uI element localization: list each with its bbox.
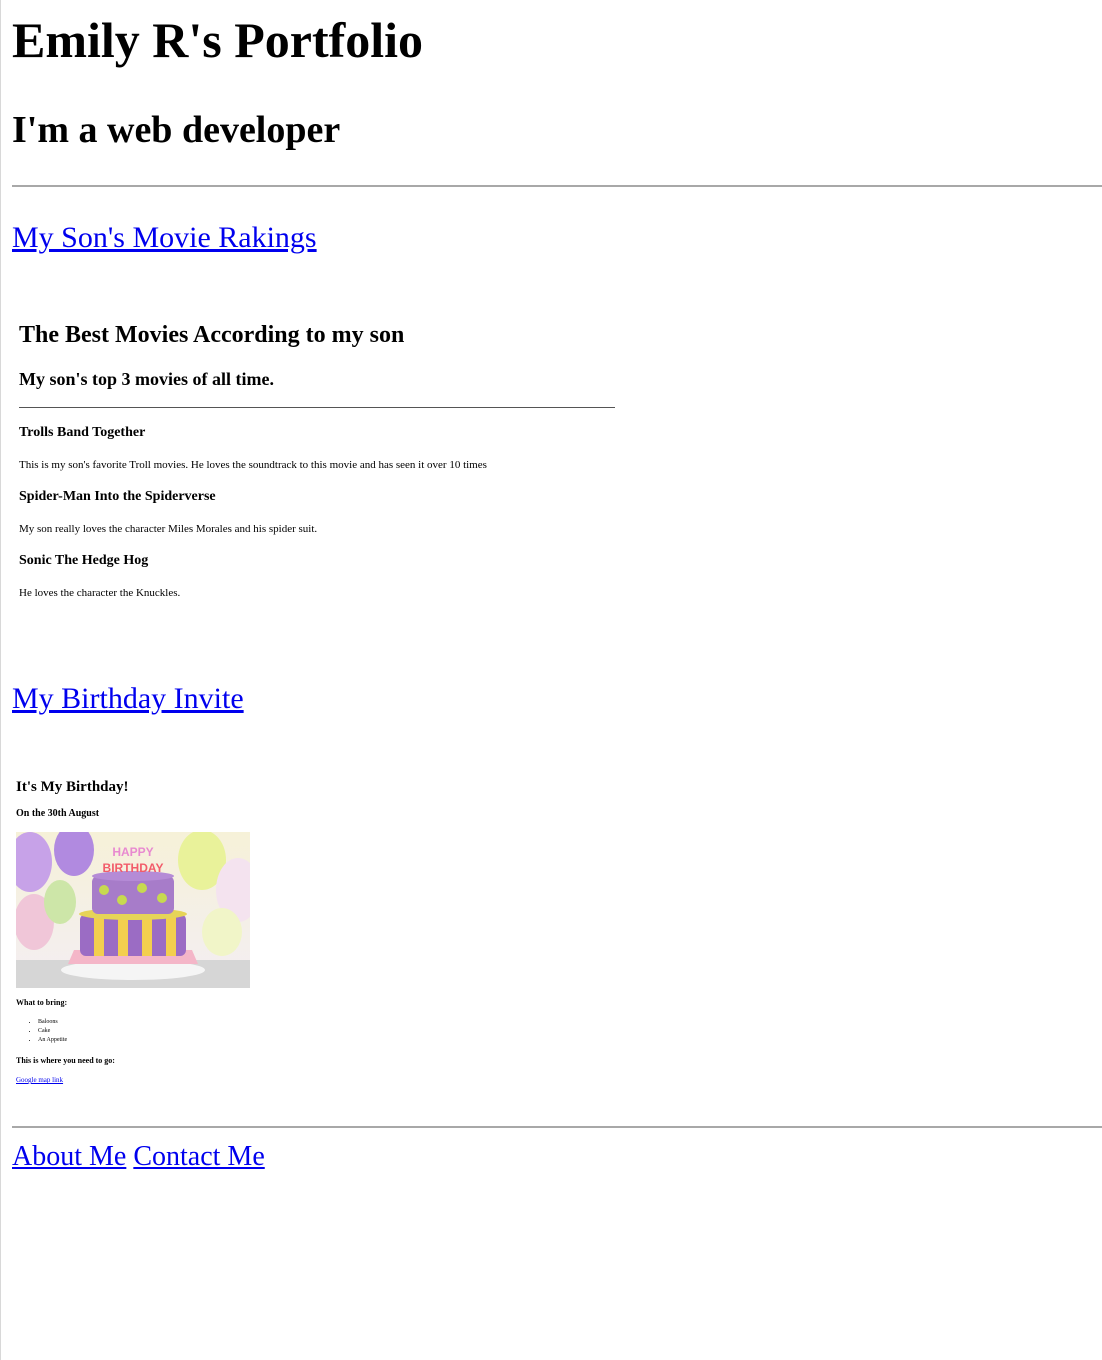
birthday-cake-image: HAPPY BIRTHDAY: [16, 832, 250, 988]
birthday-project-link[interactable]: My Birthday Invite: [12, 681, 244, 717]
movies-subtitle: My son's top 3 movies of all time.: [19, 369, 274, 389]
footer-nav: About Me Contact Me: [12, 1140, 265, 1174]
bring-heading: What to bring:: [16, 998, 68, 1007]
list-item: An Appetite: [38, 1036, 67, 1045]
footer-divider: [12, 1126, 1102, 1128]
header-divider: [12, 185, 1102, 187]
map-link[interactable]: Google map link: [16, 1075, 63, 1085]
movie-name: Sonic The Hedge Hog: [19, 553, 149, 568]
invite-title: It's My Birthday!: [16, 779, 129, 795]
where-heading: This is where you need to go:: [16, 1056, 115, 1065]
movies-title: The Best Movies According to my son: [19, 322, 405, 348]
movie-name: Trolls Band Together: [19, 425, 146, 440]
movies-embed: The Best Movies According to my son My s…: [19, 318, 619, 618]
bring-list: Baloons Cake An Appetite: [16, 1018, 67, 1045]
invite-date: On the 30th August: [16, 808, 100, 819]
about-me-link[interactable]: About Me: [12, 1141, 126, 1172]
movie-description: This is my son's favorite Troll movies. …: [19, 459, 487, 471]
movie-description: My son really loves the character Miles …: [19, 523, 318, 535]
movie-name: Spider-Man Into the Spiderverse: [19, 489, 216, 504]
svg-text:BIRTHDAY: BIRTHDAY: [103, 861, 164, 875]
page-title: Emily R's Portfolio: [12, 12, 424, 68]
movie-description: He loves the character the Knuckles.: [19, 587, 181, 599]
list-item: Baloons: [38, 1018, 67, 1027]
movies-divider: [19, 407, 615, 408]
contact-me-link[interactable]: Contact Me: [133, 1141, 264, 1172]
birthday-invite-embed: It's My Birthday! On the 30th August HAP…: [16, 776, 276, 1096]
list-item: Cake: [38, 1027, 67, 1036]
movies-project-link[interactable]: My Son's Movie Rakings: [12, 220, 317, 256]
page-subtitle: I'm a web developer: [12, 109, 341, 151]
svg-text:HAPPY: HAPPY: [112, 845, 153, 859]
